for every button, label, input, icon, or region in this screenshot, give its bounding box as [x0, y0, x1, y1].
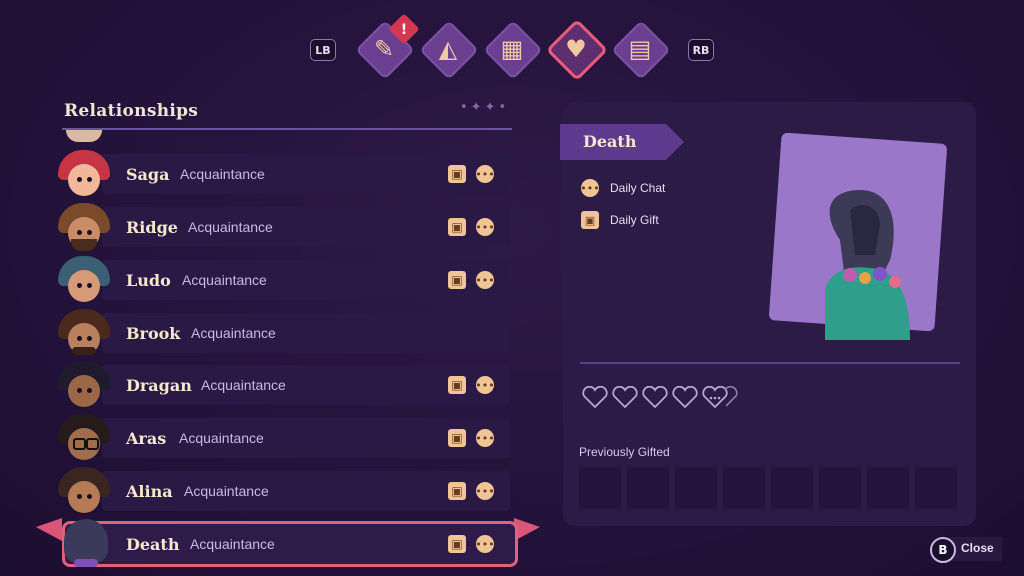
npc-status: Acquaintance — [201, 377, 286, 393]
close-label: Close — [961, 541, 994, 555]
gift-icon: ▣ — [448, 429, 466, 447]
top-tab-bar: LB ✎ ! ◭ ▦ ♥ ▤ RB — [0, 13, 1024, 82]
chat-icon: ••• — [475, 535, 495, 553]
npc-name: Ridge — [126, 218, 178, 237]
npc-portrait — [790, 150, 930, 340]
title-divider — [62, 128, 512, 130]
npc-status: Acquaintance — [191, 325, 276, 341]
heart-empty-icon — [642, 386, 668, 408]
npc-name: Aras — [126, 429, 167, 448]
chat-icon: ••• — [475, 482, 495, 500]
previously-gifted-label: Previously Gifted — [579, 445, 670, 459]
calendar-icon: ▦ — [500, 35, 524, 63]
daily-gift-label: Daily Gift — [610, 213, 659, 227]
npc-name: Saga — [126, 165, 170, 184]
gift-slot — [675, 467, 717, 509]
detail-separator — [580, 362, 960, 364]
tab-calendar[interactable]: ▦ — [483, 20, 543, 80]
heart-empty-icon — [672, 386, 698, 408]
npc-status: Acquaintance — [188, 219, 273, 235]
chat-icon: ••• — [475, 218, 495, 236]
gift-icon: ▣ — [448, 218, 466, 236]
sparkle-ornament-icon: •✦✦• — [460, 100, 510, 115]
selection-wing-left — [36, 518, 62, 541]
tab-quests[interactable]: ✎ ! — [355, 13, 420, 80]
gift-slot — [771, 467, 813, 509]
gift-slot — [867, 467, 909, 509]
gift-slot — [579, 467, 621, 509]
tab-relationships[interactable]: ♥ — [545, 18, 609, 82]
daily-chat-label: Daily Chat — [610, 181, 666, 195]
right-shoulder-button[interactable]: RB — [688, 39, 714, 61]
gift-icon: ▣ — [448, 482, 466, 500]
npc-name: Brook — [126, 324, 181, 343]
npc-name: Ludo — [126, 271, 171, 290]
npc-name: Alina — [126, 482, 173, 501]
chat-icon: ••• — [475, 271, 495, 289]
close-button[interactable]: B — [930, 537, 956, 563]
npc-status: Acquaintance — [190, 536, 275, 552]
avatar-brook — [58, 309, 110, 361]
npc-name: Death — [126, 535, 180, 554]
alert-mark: ! — [400, 22, 408, 38]
heart-empty-icon — [582, 386, 608, 408]
gift-icon: ▣ — [448, 535, 466, 553]
avatar-aras — [58, 414, 110, 466]
heart-empty-icon — [612, 386, 638, 408]
gift-slot — [915, 467, 957, 509]
npc-status: Acquaintance — [182, 272, 267, 288]
left-shoulder-button[interactable]: LB — [310, 39, 336, 61]
chat-icon: ••• — [475, 429, 495, 447]
gift-icon: ▣ — [448, 376, 466, 394]
gift-icon: ▣ — [581, 211, 599, 229]
chat-icon: ••• — [475, 376, 495, 394]
book-icon: ▤ — [628, 35, 652, 63]
tab-map[interactable]: ◭ — [419, 20, 479, 80]
avatar-ridge — [58, 203, 110, 255]
map-icon: ◭ — [438, 35, 458, 63]
panel-title: Relationships — [64, 101, 199, 121]
heart-more-icon — [702, 386, 738, 408]
gift-icon: ▣ — [448, 271, 466, 289]
gift-slot — [723, 467, 765, 509]
chat-icon: ••• — [580, 179, 600, 197]
scrolled-avatar-edge — [66, 130, 102, 142]
npc-name: Dragan — [126, 376, 192, 395]
npc-status: Acquaintance — [184, 483, 269, 499]
tab-journal[interactable]: ▤ — [611, 20, 671, 80]
gift-slot — [819, 467, 861, 509]
heart-icon: ♥ — [565, 35, 587, 63]
gift-icon: ▣ — [448, 165, 466, 183]
npc-status: Acquaintance — [180, 166, 265, 182]
gift-slot — [627, 467, 669, 509]
chat-icon: ••• — [475, 165, 495, 183]
npc-status: Acquaintance — [179, 430, 264, 446]
avatar-death — [60, 519, 112, 571]
detail-npc-name: Death — [583, 132, 637, 151]
avatar-saga — [58, 150, 110, 202]
avatar-ludo — [58, 256, 110, 308]
avatar-dragan — [58, 361, 110, 413]
avatar-alina — [58, 467, 110, 519]
